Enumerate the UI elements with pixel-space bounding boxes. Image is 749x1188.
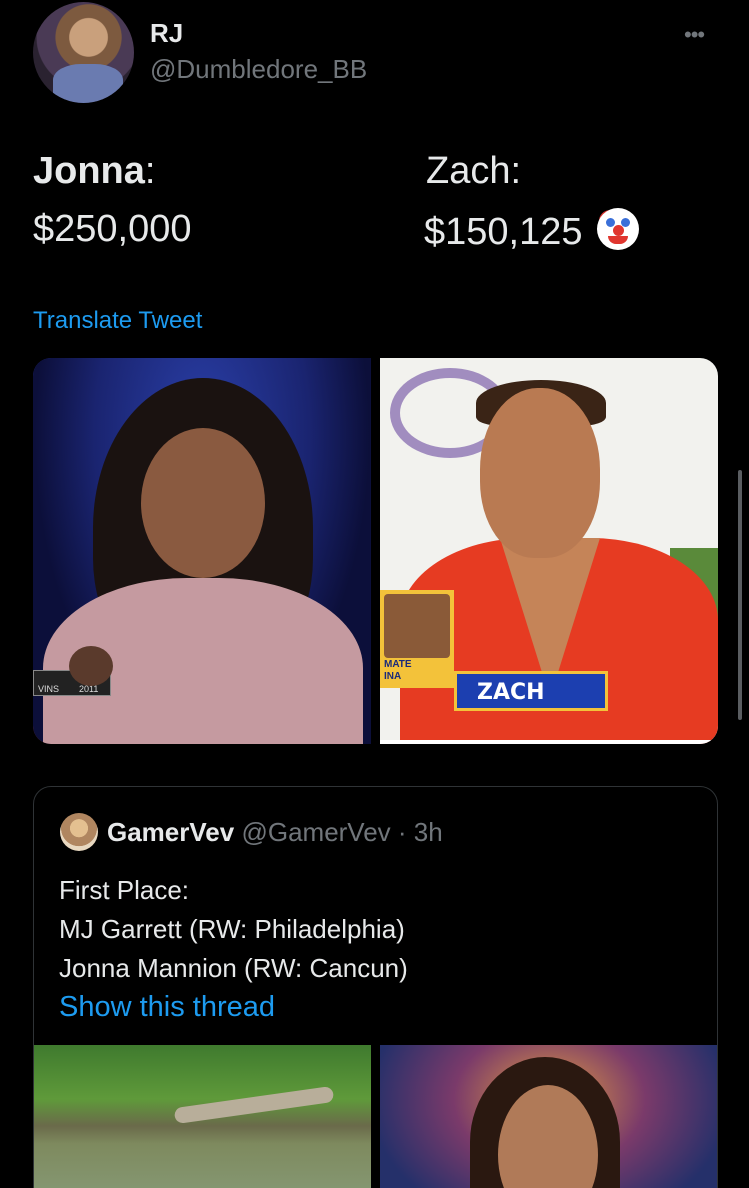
zach-amount: $150,125 <box>424 211 583 253</box>
name-banner: ZACH <box>454 671 608 711</box>
more-options-icon[interactable]: ••• <box>684 22 705 48</box>
quoted-author-name[interactable]: GamerVev <box>107 817 234 847</box>
roommate-card: MATE INA <box>380 590 454 688</box>
quoted-media-image-portrait[interactable] <box>380 1045 717 1188</box>
quoted-body-line: Jonna Mannion (RW: Cancun) <box>59 953 408 983</box>
quoted-tweet[interactable]: GamerVev @GamerVev · 3h First Place: MJ … <box>33 786 718 1188</box>
caption-photo <box>69 646 113 686</box>
author-handle[interactable]: @Dumbledore_BB <box>150 54 367 85</box>
translate-tweet-link[interactable]: Translate Tweet <box>33 307 202 335</box>
quoted-body-line: MJ Garrett (RW: Philadelphia) <box>59 914 405 944</box>
quoted-separator: · <box>390 817 414 847</box>
zach-label: Zach: <box>426 150 522 192</box>
jonna-name: Jonna <box>33 150 145 192</box>
author-avatar[interactable] <box>33 2 134 103</box>
clown-face-icon <box>590 204 645 250</box>
zach-amount-line: $150,125 <box>424 204 645 254</box>
quoted-media-image-river[interactable] <box>34 1045 371 1188</box>
tweet-media-grid: VINS 2011 MATE INA ZACH <box>33 358 718 744</box>
quoted-tweet-body: First Place: MJ Garrett (RW: Philadelphi… <box>59 871 408 988</box>
quoted-body-line: First Place: <box>59 875 190 905</box>
jonna-colon: : <box>144 150 156 192</box>
quoted-author-handle[interactable]: @GamerVev <box>241 817 390 847</box>
media-image-zach[interactable]: MATE INA ZACH <box>380 358 718 744</box>
quoted-timestamp[interactable]: 3h <box>414 817 443 847</box>
jonna-amount: $250,000 <box>33 208 192 250</box>
scrollbar[interactable] <box>738 470 742 720</box>
media-image-jonna[interactable]: VINS 2011 <box>33 358 371 744</box>
tweet-line-left-name: Jonna: <box>33 150 155 193</box>
author-name[interactable]: RJ <box>150 18 183 49</box>
quoted-tweet-header: GamerVev @GamerVev · 3h <box>107 817 443 848</box>
quoted-author-avatar[interactable] <box>60 813 98 851</box>
show-thread-link[interactable]: Show this thread <box>59 991 275 1024</box>
